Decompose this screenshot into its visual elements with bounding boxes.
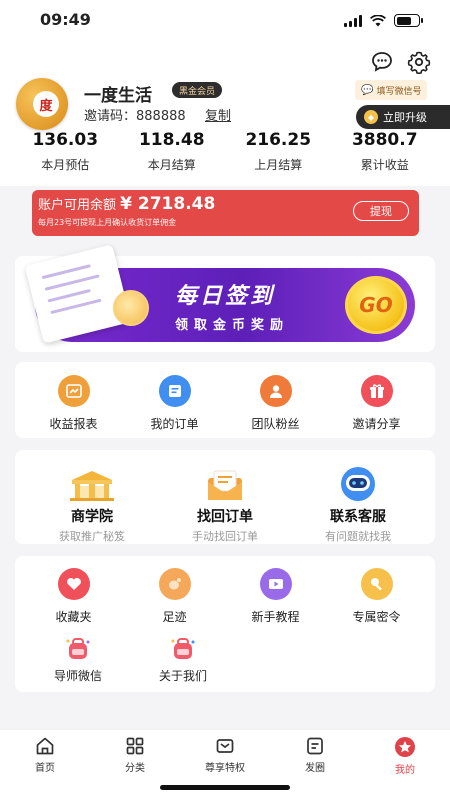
wifi-icon (370, 14, 386, 26)
menu-item-favorites[interactable]: 收藏夹 (24, 568, 124, 625)
go-button[interactable]: GO (345, 276, 407, 334)
tab-home[interactable]: 首页 (0, 730, 90, 800)
star-icon (395, 737, 415, 757)
daily-sign-in-banner[interactable]: 每日签到 领取金币奖励 GO (24, 244, 415, 344)
chart-icon (57, 375, 90, 407)
heart-icon (57, 568, 90, 600)
balance-card: 账户可用余额 ¥ 2718.48 每月23号可提现上月确认收货订单佣金 提现 (32, 190, 419, 236)
backpack-icon (62, 633, 94, 665)
stat-item[interactable]: 136.03 本月预估 (15, 130, 115, 173)
menu-item-team-fans[interactable]: 团队粉丝 (226, 375, 326, 432)
balance-label: 账户可用余额 (38, 198, 117, 213)
menu-item-footprint[interactable]: 足迹 (125, 568, 225, 625)
balance-note: 每月23号可提现上月确认收货订单佣金 (38, 218, 177, 227)
upgrade-button[interactable]: ◆ 立即升级 (356, 105, 450, 129)
retrieve-order-item[interactable]: 找回订单 手动找回订单 (160, 462, 290, 544)
earnings-stats: 136.03 本月预估 118.48 本月结算 216.25 上月结算 3880.7 累… (0, 130, 450, 173)
cellular-signal-icon (344, 14, 362, 27)
key-icon (360, 568, 393, 600)
more-menu: 收藏夹 足迹 新手教程 专属密令 导师微信 关于我们 (15, 556, 435, 692)
copy-button[interactable]: 复制 (205, 105, 231, 124)
banner-title: 每日签到 (175, 284, 276, 309)
balance-amount: ¥ 2718.48 (120, 194, 216, 214)
profile-header: 💬 填写微信号 ◆ 立即升级 度 一度生活 黑金会员 邀请码：888888 复制… (0, 44, 450, 186)
withdraw-button[interactable]: 提现 (353, 201, 409, 221)
status-time: 09:49 (40, 10, 91, 29)
envelope-icon (195, 462, 255, 502)
home-icon (36, 737, 54, 755)
tab-mine[interactable]: 我的 (360, 730, 450, 800)
document-icon (24, 244, 132, 344)
service-menu: 商学院 获取推广秘笈 找回订单 手动找回订单 联系客服 有问题就找我 (15, 450, 435, 544)
diamond-icon: ◆ (364, 110, 378, 124)
home-indicator (160, 785, 290, 790)
gift-icon (360, 375, 393, 407)
stat-item[interactable]: 216.25 上月结算 (228, 130, 328, 173)
message-icon[interactable] (370, 50, 394, 74)
gear-icon[interactable] (407, 50, 431, 74)
footprint-icon (158, 568, 191, 600)
username: 一度生活 (84, 86, 152, 106)
robot-icon (328, 462, 388, 502)
sign-in-card: 每日签到 领取金币奖励 GO (15, 244, 435, 352)
privilege-card-icon (216, 739, 234, 753)
document-icon (307, 737, 323, 755)
menu-item-mentor-wechat[interactable]: 导师微信 (28, 633, 128, 684)
backpack-icon (167, 633, 199, 665)
menu-item-invite-share[interactable]: 邀请分享 (327, 375, 427, 432)
battery-icon (394, 14, 423, 27)
avatar[interactable]: 度 (16, 78, 68, 130)
order-list-icon (158, 375, 191, 407)
video-icon (259, 568, 292, 600)
business-school-item[interactable]: 商学院 获取推广秘笈 (27, 462, 157, 544)
grid-icon (126, 737, 144, 755)
banner-subtitle: 领取金币奖励 (175, 318, 290, 333)
quick-menu: 收益报表 我的订单 团队粉丝 邀请分享 (15, 362, 435, 438)
menu-item-tutorial[interactable]: 新手教程 (226, 568, 326, 625)
menu-item-my-orders[interactable]: 我的订单 (125, 375, 225, 432)
stat-item[interactable]: 118.48 本月结算 (122, 130, 222, 173)
menu-item-earnings-report[interactable]: 收益报表 (24, 375, 124, 432)
invite-code: 邀请码：888888 (84, 109, 186, 124)
member-badge: 黑金会员 (172, 82, 223, 98)
menu-item-about-us[interactable]: 关于我们 (133, 633, 233, 684)
fill-wechat-tag[interactable]: 💬 填写微信号 (355, 80, 428, 100)
stat-item[interactable]: 3880.7 累计收益 (335, 130, 435, 173)
wechat-icon: 💬 (361, 84, 374, 96)
logo-icon: 度 (33, 91, 59, 117)
coin-icon (113, 290, 149, 326)
status-bar: 09:49 (0, 0, 450, 44)
school-building-icon (62, 462, 122, 502)
menu-item-secret-code[interactable]: 专属密令 (327, 568, 427, 625)
customer-service-item[interactable]: 联系客服 有问题就找我 (293, 462, 423, 544)
person-icon (259, 375, 292, 407)
